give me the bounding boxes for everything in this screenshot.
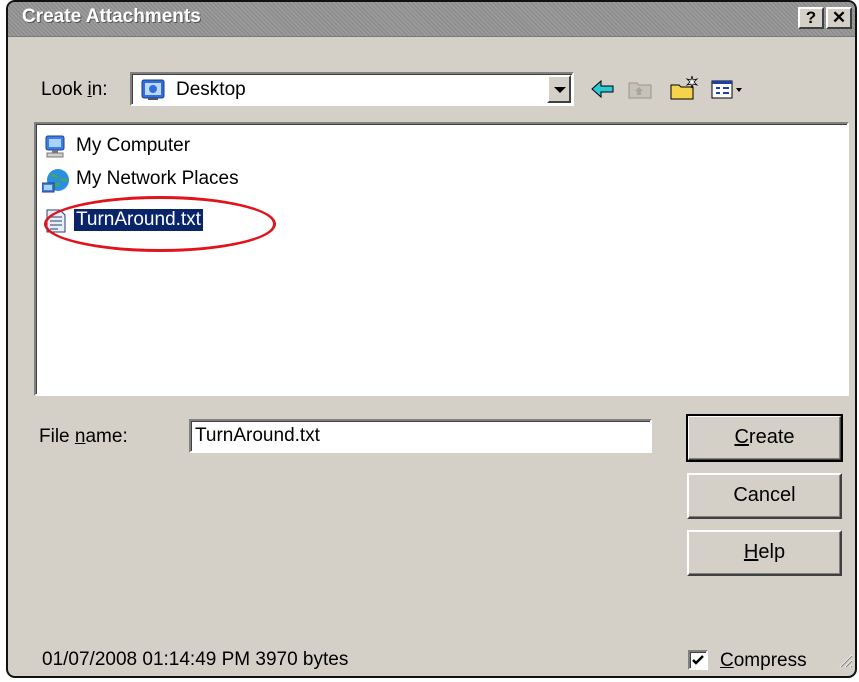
look-in-label: Look in: — [41, 79, 108, 100]
network-places-icon — [41, 167, 72, 201]
my-computer-icon — [42, 134, 70, 166]
chevron-down-icon[interactable] — [547, 75, 571, 103]
look-in-dropdown[interactable]: Desktop — [130, 72, 574, 106]
status-text: 01/07/2008 01:14:49 PM 3970 bytes — [42, 649, 349, 670]
file-name-input[interactable]: TurnAround.txt — [189, 419, 652, 453]
close-button[interactable]: ✕ — [826, 7, 852, 29]
window-title: Create Attachments — [22, 6, 201, 27]
cancel-button[interactable]: Cancel — [687, 473, 842, 519]
back-arrow-icon[interactable] — [586, 74, 618, 104]
look-in-value: Desktop — [176, 79, 246, 100]
desktop-icon — [140, 78, 168, 108]
create-attachments-dialog: Create Attachments ? ✕ Look in: Desktop — [6, 0, 857, 678]
resize-grip-icon[interactable] — [837, 652, 853, 674]
checkmark-icon — [692, 655, 704, 665]
file-name-label: File name: — [39, 426, 128, 447]
help-button[interactable]: Help — [687, 530, 842, 576]
file-list[interactable]: My Computer My Network Places TurnAround… — [34, 122, 849, 396]
title-bar[interactable]: Create Attachments ? ✕ — [8, 2, 855, 37]
new-folder-icon[interactable] — [668, 74, 700, 104]
compress-checkbox[interactable] — [688, 650, 708, 670]
up-folder-icon[interactable] — [624, 74, 656, 104]
list-item-label: My Network Places — [76, 168, 239, 189]
create-button[interactable]: Create — [686, 414, 843, 462]
view-menu-icon[interactable] — [708, 74, 748, 104]
list-item-label: My Computer — [76, 135, 191, 156]
compress-label[interactable]: Compress — [720, 650, 807, 672]
help-title-button[interactable]: ? — [798, 7, 824, 29]
highlight-annotation-oval — [44, 196, 276, 252]
